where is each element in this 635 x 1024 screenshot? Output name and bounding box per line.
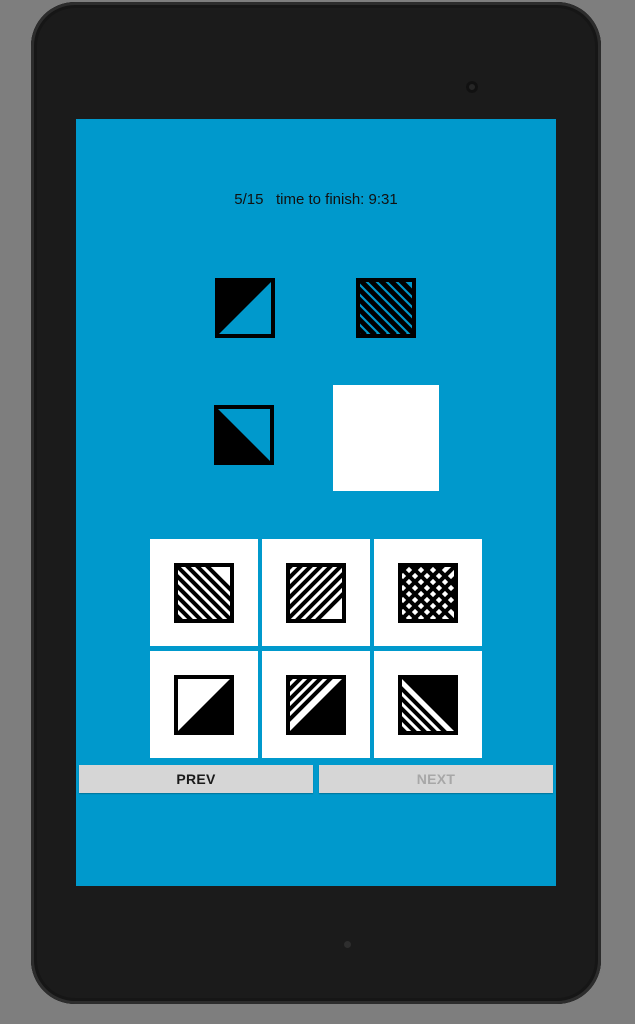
front-camera bbox=[466, 81, 478, 93]
option-4[interactable] bbox=[150, 651, 258, 758]
matrix-cell-top-left bbox=[214, 277, 276, 339]
half-black-lower-right-icon bbox=[174, 674, 234, 735]
progress-timer-text: 5/15 time to finish: 9:31 bbox=[234, 191, 398, 208]
matrix-cell-top-right bbox=[355, 277, 417, 339]
option-6[interactable] bbox=[374, 651, 482, 758]
partial-hatch-up-icon bbox=[286, 674, 346, 735]
diagonal-hatch-up-icon bbox=[286, 562, 346, 623]
prev-button[interactable]: PREV bbox=[79, 765, 313, 793]
option-3[interactable] bbox=[374, 539, 482, 646]
option-2[interactable] bbox=[262, 539, 370, 646]
next-button[interactable]: NEXT bbox=[319, 765, 553, 793]
diagonal-hatch-icon bbox=[356, 278, 416, 338]
matrix-cell-bottom-left bbox=[213, 404, 275, 466]
crosshatch-icon bbox=[398, 562, 458, 623]
option-1[interactable] bbox=[150, 539, 258, 646]
app-screen: 5/15 time to finish: 9:31 PREV NEXT bbox=[76, 119, 556, 886]
empty-answer-slot bbox=[333, 385, 439, 491]
home-sensor bbox=[344, 941, 351, 948]
option-5[interactable] bbox=[262, 651, 370, 758]
diagonal-hatch-down-icon bbox=[174, 562, 234, 623]
half-black-upper-left-icon bbox=[215, 278, 275, 338]
partial-hatch-down-icon bbox=[398, 674, 458, 735]
half-black-lower-left-icon bbox=[214, 405, 274, 465]
